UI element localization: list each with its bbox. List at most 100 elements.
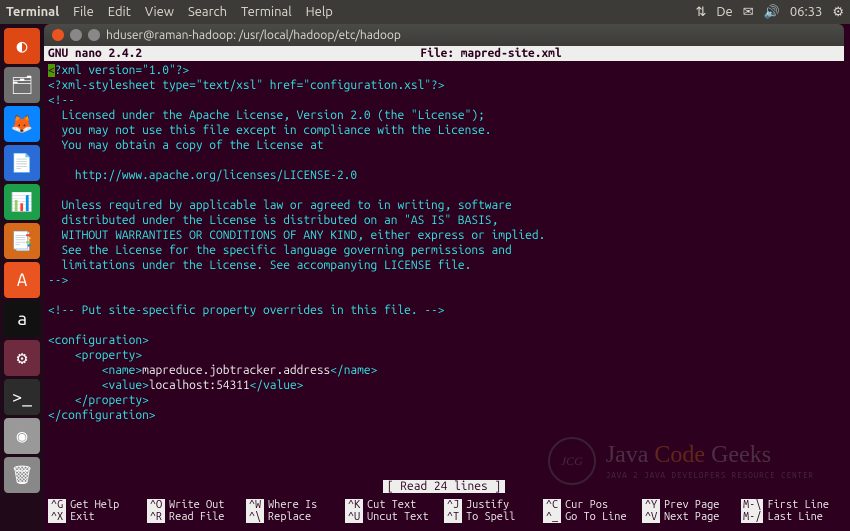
launcher-settings[interactable]: ⚙	[4, 340, 40, 376]
unity-launcher: ◐🗂🦊📄📊📑Aa⚙>_◉🗑	[0, 24, 44, 531]
shortcut-where-is: ^W Where Is	[246, 499, 345, 511]
shortcut-key: ^G	[48, 499, 66, 511]
shortcut-label: Justify	[466, 499, 509, 511]
shortcut-label: Prev Page	[664, 499, 719, 511]
shortcut-key: ^_	[543, 511, 561, 523]
watermark: JCG Java Code Geeks JAVA 2 JAVA DEVELOPE…	[548, 437, 814, 485]
value-value: localhost:54311	[149, 379, 250, 392]
shortcut-label: Exit	[70, 511, 95, 523]
shortcut-key: M-/	[741, 511, 763, 523]
launcher-calc[interactable]: 📊	[4, 184, 40, 220]
shortcut-label: First Line	[767, 499, 829, 511]
shortcut-replace: ^\Replace	[246, 511, 345, 523]
menu-view[interactable]: View	[145, 5, 174, 19]
launcher-firefox[interactable]: 🦊	[4, 106, 40, 142]
comment-open: <!--	[48, 94, 75, 107]
system-tray: ⇅ De ✉ 🔊 06:33 ⚙	[695, 5, 844, 20]
window-title: hduser@raman-hadoop: /usr/local/hadoop/e…	[106, 29, 401, 42]
menu-edit[interactable]: Edit	[108, 5, 131, 19]
prop-close: </property>	[48, 394, 149, 407]
shortcut-label: To Spell	[466, 511, 515, 523]
shortcut-go-to-line: ^_ Go To Line	[543, 511, 642, 523]
shortcut-last-line: M-/ Last Line	[741, 511, 840, 523]
app-menu: Terminal File Edit View Search Terminal …	[6, 5, 333, 19]
menu-search[interactable]: Search	[188, 5, 227, 19]
menu-app[interactable]: Terminal	[6, 5, 59, 19]
shortcut-get-help: ^GGet Help	[48, 499, 147, 511]
shortcut-key: ^O	[147, 499, 165, 511]
comment-line: You may obtain a copy of the License at	[48, 139, 324, 152]
shortcut-cur-pos: ^CCur Pos	[543, 499, 642, 511]
comment-line: <!-- Put site-specific property override…	[48, 304, 444, 317]
session-icon[interactable]: ⚙	[832, 5, 844, 20]
maximize-icon[interactable]	[88, 29, 100, 41]
close-icon[interactable]	[52, 29, 64, 41]
shortcut-label: Read File	[169, 511, 224, 523]
terminal-window: hduser@raman-hadoop: /usr/local/hadoop/e…	[44, 24, 844, 525]
comment-line: Licensed under the Apache License, Versi…	[48, 109, 485, 122]
comment-line: See the License for the specific languag…	[48, 244, 512, 257]
shortcut-label: Last Line	[767, 511, 822, 523]
shortcut-key: ^K	[345, 499, 363, 511]
shortcut-label: Where Is	[268, 499, 317, 511]
xml-stylesheet: <?xml-stylesheet type="text/xsl" href="c…	[48, 79, 444, 92]
minimize-icon[interactable]	[70, 29, 82, 41]
shortcut-key: ^V	[642, 511, 660, 523]
shortcut-write-out: ^OWrite Out	[147, 499, 246, 511]
keyboard-indicator[interactable]: De	[716, 5, 732, 19]
shortcut-key: ^T	[444, 511, 462, 523]
shortcut-key: M-\	[741, 499, 763, 511]
messaging-icon[interactable]: ✉	[743, 5, 754, 20]
launcher-files[interactable]: 🗂	[4, 67, 40, 103]
editor-content[interactable]: <?xml version="1.0"?> <?xml-stylesheet t…	[44, 61, 844, 425]
comment-line: Unless required by applicable law or agr…	[48, 199, 512, 212]
menu-help[interactable]: Help	[306, 5, 333, 19]
shortcut-uncut-text: ^U Uncut Text	[345, 511, 444, 523]
comment-line: WITHOUT WARRANTIES OR CONDITIONS OF ANY …	[48, 229, 545, 242]
launcher-dash[interactable]: ◐	[4, 28, 40, 64]
launcher-disc[interactable]: ◉	[4, 418, 40, 454]
shortcut-exit: ^X Exit	[48, 511, 147, 523]
watermark-title: Java Code Geeks	[606, 442, 814, 469]
shortcut-key: ^\	[246, 511, 264, 523]
name-open: <name>	[48, 364, 142, 377]
launcher-impress[interactable]: 📑	[4, 223, 40, 259]
shortcut-label: Cut Text	[367, 499, 416, 511]
cfg-close: </configuration>	[48, 409, 156, 422]
menu-terminal[interactable]: Terminal	[241, 5, 292, 19]
shortcut-read-file: ^R Read File	[147, 511, 246, 523]
menu-file[interactable]: File	[73, 5, 94, 19]
cfg-open: <configuration>	[48, 334, 149, 347]
launcher-writer[interactable]: 📄	[4, 145, 40, 181]
shortcut-justify: ^J Justify	[444, 499, 543, 511]
shortcut-next-page: ^VNext Page	[642, 511, 741, 523]
launcher-software[interactable]: A	[4, 262, 40, 298]
clock[interactable]: 06:33	[790, 5, 823, 19]
launcher-amazon[interactable]: a	[4, 301, 40, 337]
shortcut-key: ^U	[345, 511, 363, 523]
launcher-terminal[interactable]: >_	[4, 379, 40, 415]
comment-close: -->	[48, 274, 68, 287]
terminal-body[interactable]: GNU nano 2.4.2 File: mapred-site.xml <?x…	[44, 46, 844, 525]
shortcut-key: ^J	[444, 499, 462, 511]
network-icon[interactable]: ⇅	[695, 5, 706, 20]
volume-icon[interactable]: 🔊	[764, 5, 780, 20]
shortcut-label: Go To Line	[565, 511, 627, 523]
launcher-trash[interactable]: 🗑	[4, 457, 40, 493]
value-close: </value>	[250, 379, 304, 392]
nano-version: GNU nano 2.4.2	[48, 47, 142, 60]
shortcut-label: Uncut Text	[367, 511, 429, 523]
shortcut-cut-text: ^K Cut Text	[345, 499, 444, 511]
shortcut-key: ^R	[147, 511, 165, 523]
xml-decl: ?xml version="1.0"?>	[55, 64, 189, 77]
shortcut-prev-page: ^Y Prev Page	[642, 499, 741, 511]
shortcut-key: ^W	[246, 499, 264, 511]
comment-line: http://www.apache.org/licenses/LICENSE-2…	[48, 169, 357, 182]
shortcut-key: ^Y	[642, 499, 660, 511]
watermark-subtitle: JAVA 2 JAVA DEVELOPERS RESOURCE CENTER	[606, 471, 814, 480]
shortcut-key: ^X	[48, 511, 66, 523]
nano-shortcuts: ^GGet Help^OWrite Out^W Where Is ^K Cut Tex…	[44, 499, 844, 525]
window-titlebar[interactable]: hduser@raman-hadoop: /usr/local/hadoop/e…	[44, 24, 844, 46]
name-value: mapreduce.jobtracker.address	[142, 364, 330, 377]
name-close: </name>	[330, 364, 377, 377]
